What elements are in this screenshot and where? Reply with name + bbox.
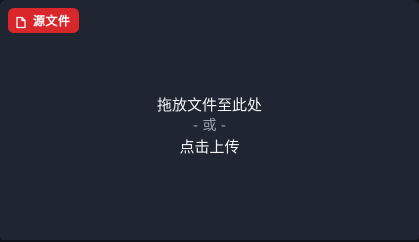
click-upload-link[interactable]: 点击上传 xyxy=(179,136,239,158)
source-file-panel: 源文件 拖放文件至此处 - 或 - 点击上传 xyxy=(0,0,419,242)
or-separator: - 或 - xyxy=(192,118,226,134)
file-dropzone[interactable]: 拖放文件至此处 - 或 - 点击上传 xyxy=(0,0,419,242)
drag-drop-text: 拖放文件至此处 xyxy=(156,96,262,114)
